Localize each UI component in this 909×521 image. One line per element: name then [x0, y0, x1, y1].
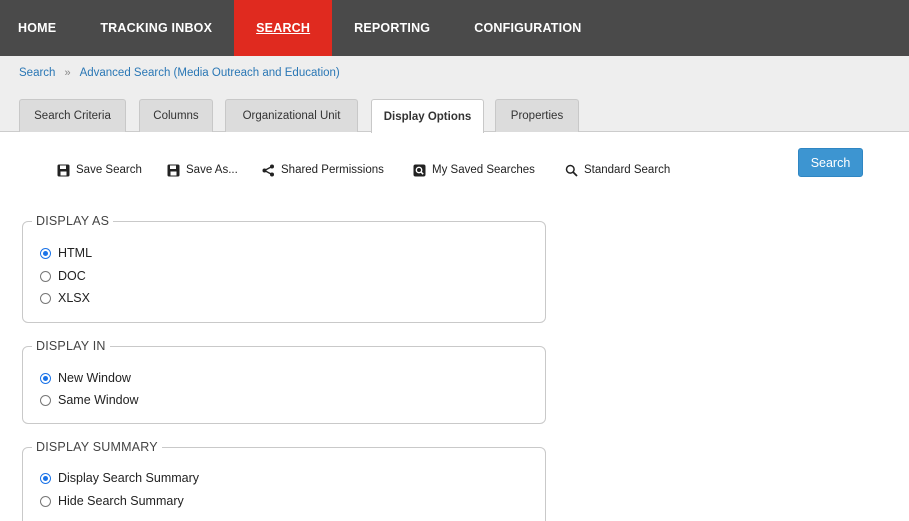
display-as-legend: DISPLAY AS: [32, 214, 114, 228]
radio-xlsx[interactable]: [40, 292, 51, 304]
radio-doc[interactable]: [40, 270, 51, 282]
shared-permissions-button[interactable]: Shared Permissions: [262, 156, 384, 184]
nav-reporting[interactable]: REPORTING: [332, 0, 452, 56]
tab-search-criteria[interactable]: Search Criteria: [19, 99, 126, 132]
option-label: Hide Search Summary: [58, 494, 184, 508]
display-summary-legend: DISPLAY SUMMARY: [32, 440, 162, 454]
display-search-summary-option[interactable]: Display Search Summary: [40, 471, 199, 485]
search-icon: [565, 164, 578, 177]
breadcrumb-search-link[interactable]: Search: [19, 67, 55, 79]
radio-hide-summary[interactable]: [40, 495, 51, 507]
radio-same-window[interactable]: [40, 394, 51, 406]
tab-columns[interactable]: Columns: [139, 99, 213, 132]
display-as-html-option[interactable]: HTML: [40, 246, 92, 260]
display-in-legend: DISPLAY IN: [32, 339, 110, 353]
radio-display-summary[interactable]: [40, 472, 51, 484]
nav-configuration[interactable]: CONFIGURATION: [452, 0, 603, 56]
option-label: XLSX: [58, 291, 90, 305]
option-label: New Window: [58, 371, 131, 385]
display-in-group: DISPLAY IN New Window Same Window: [22, 339, 546, 424]
top-nav-bar: HOME TRACKING INBOX SEARCH REPORTING CON…: [0, 0, 909, 56]
radio-new-window[interactable]: [40, 372, 51, 384]
breadcrumb-separator: »: [64, 67, 71, 79]
tab-display-options[interactable]: Display Options: [371, 99, 484, 133]
search-toolbar: Save Search Save As... Shared Permission…: [0, 156, 909, 184]
radio-html[interactable]: [40, 247, 51, 259]
tab-properties[interactable]: Properties: [495, 99, 579, 132]
save-as-button[interactable]: Save As...: [167, 156, 238, 184]
option-label: HTML: [58, 246, 93, 260]
option-label: Same Window: [58, 393, 139, 407]
tab-organizational-unit[interactable]: Organizational Unit: [225, 99, 358, 132]
shared-permissions-label: Shared Permissions: [281, 164, 384, 176]
option-label: Display Search Summary: [58, 471, 200, 485]
share-icon: [262, 164, 275, 177]
my-saved-searches-label: My Saved Searches: [432, 164, 535, 176]
display-summary-group: DISPLAY SUMMARY Display Search Summary H…: [22, 440, 546, 521]
nav-home[interactable]: HOME: [0, 0, 78, 56]
tab-bar: Search Criteria Columns Organizational U…: [0, 90, 909, 133]
hide-search-summary-option[interactable]: Hide Search Summary: [40, 494, 184, 508]
display-as-group: DISPLAY AS HTML DOC XLSX: [22, 214, 546, 323]
display-in-new-window-option[interactable]: New Window: [40, 371, 131, 385]
standard-search-label: Standard Search: [584, 164, 671, 176]
floppy-disk-icon: [167, 164, 180, 177]
display-as-doc-option[interactable]: DOC: [40, 269, 86, 283]
save-search-button[interactable]: Save Search: [57, 156, 142, 184]
breadcrumb-current-link[interactable]: Advanced Search (Media Outreach and Educ…: [80, 67, 340, 79]
nav-tracking-inbox[interactable]: TRACKING INBOX: [78, 0, 234, 56]
floppy-disk-icon: [57, 164, 70, 177]
save-search-label: Save Search: [76, 164, 142, 176]
breadcrumb: Search » Advanced Search (Media Outreach…: [0, 56, 909, 90]
search-button[interactable]: Search: [798, 148, 863, 177]
saved-searches-icon: [413, 164, 426, 177]
nav-search[interactable]: SEARCH: [234, 0, 333, 56]
standard-search-button[interactable]: Standard Search: [565, 156, 670, 184]
option-label: DOC: [58, 269, 86, 283]
display-in-same-window-option[interactable]: Same Window: [40, 393, 139, 407]
my-saved-searches-button[interactable]: My Saved Searches: [413, 156, 535, 184]
save-as-label: Save As...: [186, 164, 238, 176]
display-as-xlsx-option[interactable]: XLSX: [40, 291, 90, 305]
